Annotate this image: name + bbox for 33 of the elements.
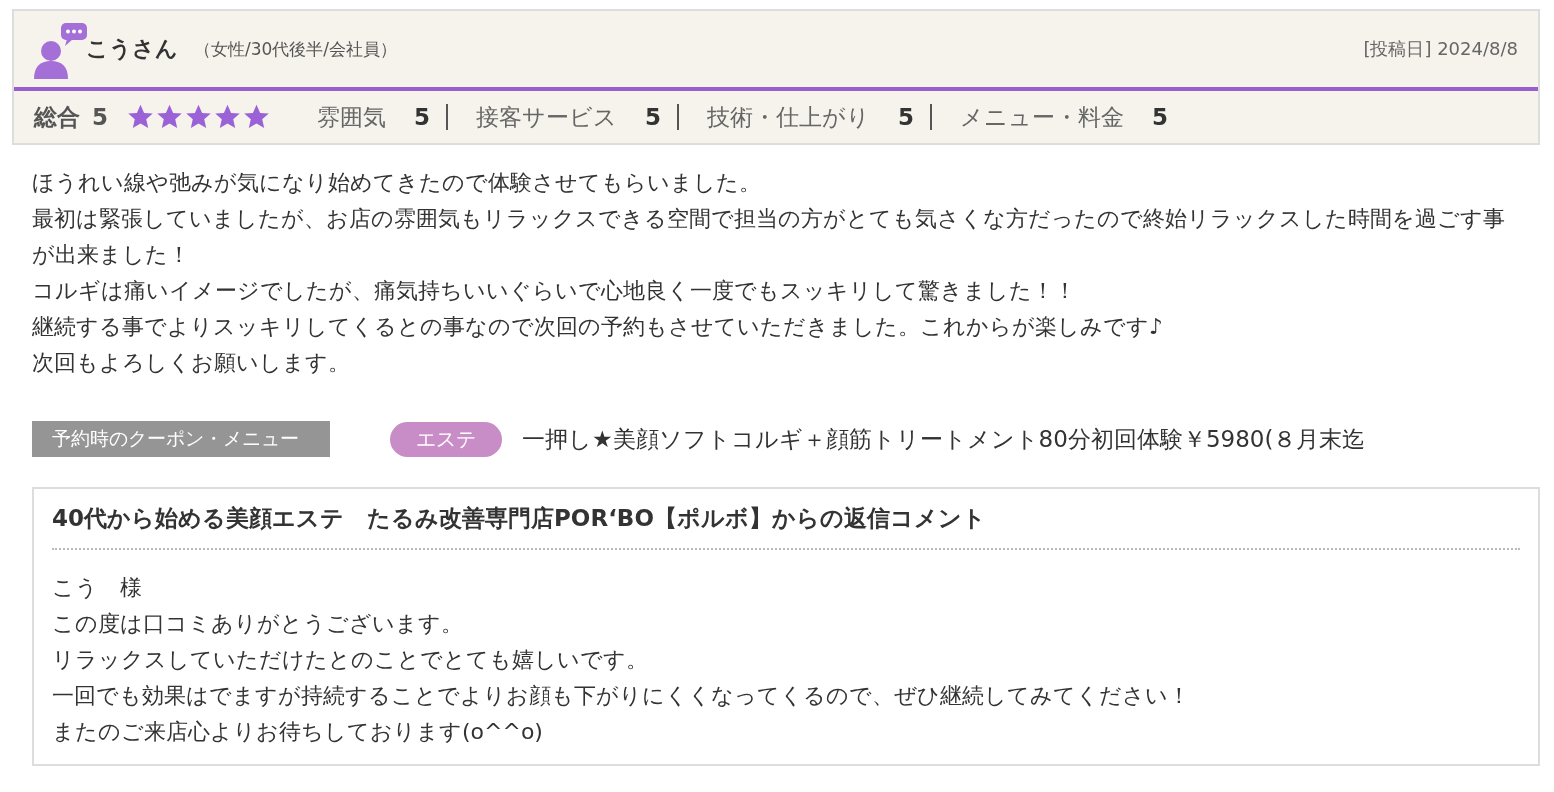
star-icon	[184, 103, 213, 131]
review-text: コルギは痛いイメージでしたが、痛気持ちいいぐらいで心地良く一度でもスッキリして驚きました！！	[32, 277, 1077, 305]
rating-score: 5	[1152, 104, 1169, 130]
coupon-label: 予約時のクーポン・メニュー	[32, 421, 330, 457]
reply-text: 一回でも効果はでますが持続することでよりお顔も下がりにくくなってくるので、ぜひ継続してみてください！	[52, 682, 1191, 710]
reply-text: またのご来店心よりお待ちしております(o^^o)	[52, 718, 544, 746]
reply-text: リラックスしていただけたとのことでとても嬉しいです。	[52, 646, 649, 674]
star-icon	[213, 103, 242, 131]
category-tag: エステ	[390, 421, 502, 457]
reply-title: 40代から始める美顔エステ たるみ改善専門店POR‘BO【ポルボ】からの返信コメント	[52, 503, 1520, 550]
star-icon	[242, 103, 271, 131]
reviewer-name: こうさん	[86, 35, 178, 63]
star-icon	[126, 103, 155, 131]
rating-label: 技術・仕上がり	[707, 102, 871, 132]
star-icon	[155, 103, 184, 131]
overall-label: 総合	[34, 102, 80, 132]
rating-score: 5	[898, 104, 915, 130]
review-text: ほうれい線や弛みが気になり始めてきたので体験させてもらいました。	[32, 169, 762, 197]
rating-score: 5	[645, 104, 662, 130]
review-text: 最初は緊張していましたが、お店の雰囲気もリラックスできる空間で担当の方がとても気さくな方だったので終始リラックスした時間を過ごす事が出来ました！	[32, 205, 1506, 269]
reply-text: こう 様	[52, 574, 143, 602]
post-date: [投稿日] 2024/8/8	[1363, 37, 1518, 61]
reply-text: この度は口コミありがとうございます。	[52, 610, 464, 638]
overall-score: 5	[92, 104, 108, 130]
coupon-name: 一押し★美顔ソフトコルギ＋顔筋トリートメント80分初回体験￥5980(８月末迄	[522, 424, 1366, 454]
review-text: 次回もよろしくお願いします。	[32, 349, 351, 377]
user-comment-icon	[34, 23, 90, 79]
rating-label: メニュー・料金	[960, 102, 1125, 132]
rating-label: 雰囲気	[317, 102, 386, 132]
rating-label: 接客サービス	[476, 102, 618, 132]
reviewer-profile: （女性/30代後半/会社員）	[194, 37, 398, 61]
rating-score: 5	[414, 104, 431, 130]
review-text: 継続する事でよりスッキリしてくるとの事なので次回の予約もさせていただきました。これからが楽しみです♪	[32, 313, 1165, 341]
